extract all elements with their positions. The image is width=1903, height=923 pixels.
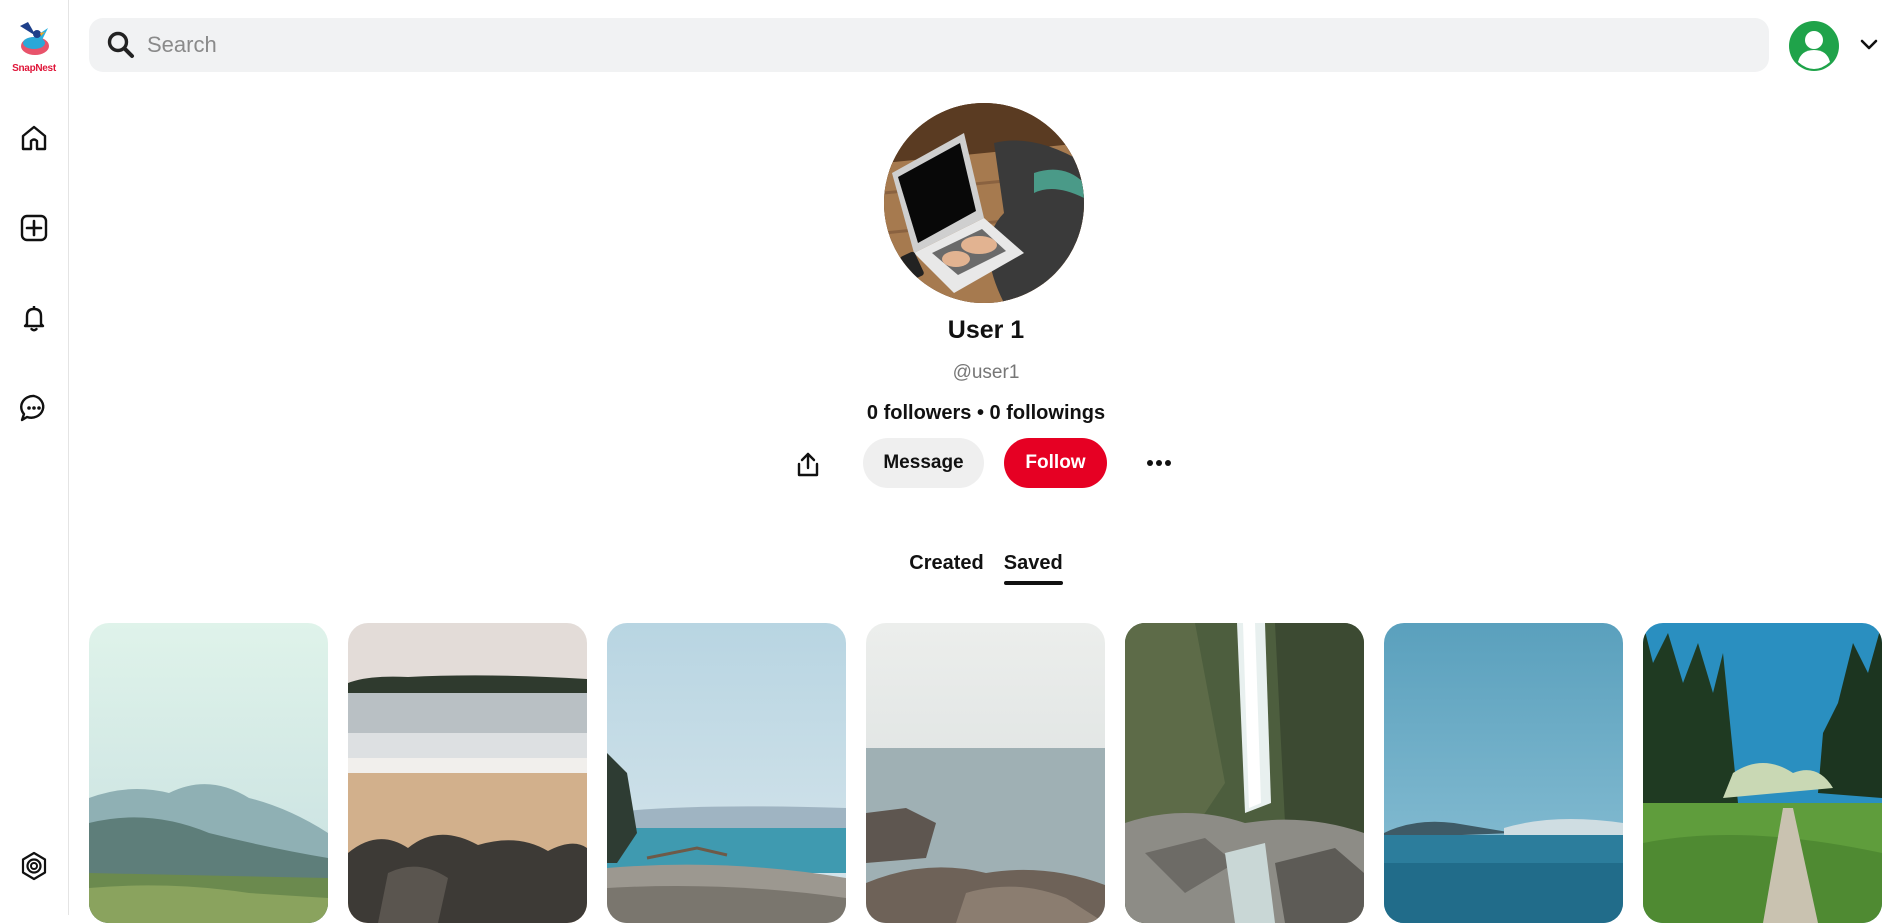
follower-stats[interactable]: 0 followers • 0 followings: [69, 402, 1903, 425]
search-bar: [89, 18, 1769, 72]
pin-image: [89, 623, 328, 923]
sidebar-item-create[interactable]: [14, 208, 54, 248]
pin-image: [607, 623, 846, 923]
search-icon: [95, 18, 147, 72]
share-icon: [797, 452, 819, 477]
pin-image: [1643, 623, 1882, 923]
pin-card[interactable]: [348, 623, 587, 923]
account-avatar-button[interactable]: [1788, 20, 1840, 72]
pin-image: [866, 623, 1105, 923]
sidebar-item-notifications[interactable]: [14, 298, 54, 338]
pin-image: [1384, 623, 1623, 923]
tab-saved[interactable]: Saved: [1003, 552, 1063, 585]
account-menu-button[interactable]: [1857, 32, 1881, 56]
sidebar-item-messages[interactable]: [14, 388, 54, 428]
more-options-button[interactable]: [1134, 440, 1184, 486]
pin-card[interactable]: [1643, 623, 1882, 923]
pin-image: [348, 623, 587, 923]
message-button[interactable]: Message: [863, 438, 984, 488]
sidebar-item-home[interactable]: [14, 118, 54, 158]
bird-logo-icon: [20, 22, 49, 55]
pin-card[interactable]: [866, 623, 1105, 923]
search-input[interactable]: [147, 18, 1769, 72]
pin-card[interactable]: [1384, 623, 1623, 923]
home-icon: [21, 125, 47, 151]
profile-name: User 1: [947, 316, 1025, 344]
pin-card[interactable]: [607, 623, 846, 923]
chevron-down-icon: [1860, 39, 1878, 50]
settings-icon: [21, 851, 47, 881]
follow-button[interactable]: Follow: [1004, 438, 1107, 488]
pin-image: [1125, 623, 1364, 923]
pin-grid: [89, 623, 1882, 923]
share-button[interactable]: [783, 440, 833, 490]
profile-avatar: [884, 103, 1084, 303]
pin-card[interactable]: [89, 623, 328, 923]
app-logo[interactable]: SnapNest: [9, 16, 59, 76]
pin-card[interactable]: [1125, 623, 1364, 923]
profile-handle: @user1: [952, 362, 1020, 383]
profile-tabs: Created Saved: [69, 552, 1903, 585]
logo-text: SnapNest: [12, 63, 56, 74]
more-dots-icon: [1147, 460, 1171, 466]
plus-square-icon: [20, 214, 48, 242]
chat-bubble-icon: [20, 394, 45, 422]
bell-icon: [23, 306, 45, 332]
user-avatar-icon: [1789, 21, 1839, 71]
sidebar-item-settings[interactable]: [14, 846, 54, 886]
sidebar: SnapNest: [0, 0, 69, 915]
tab-created[interactable]: Created: [909, 552, 983, 585]
